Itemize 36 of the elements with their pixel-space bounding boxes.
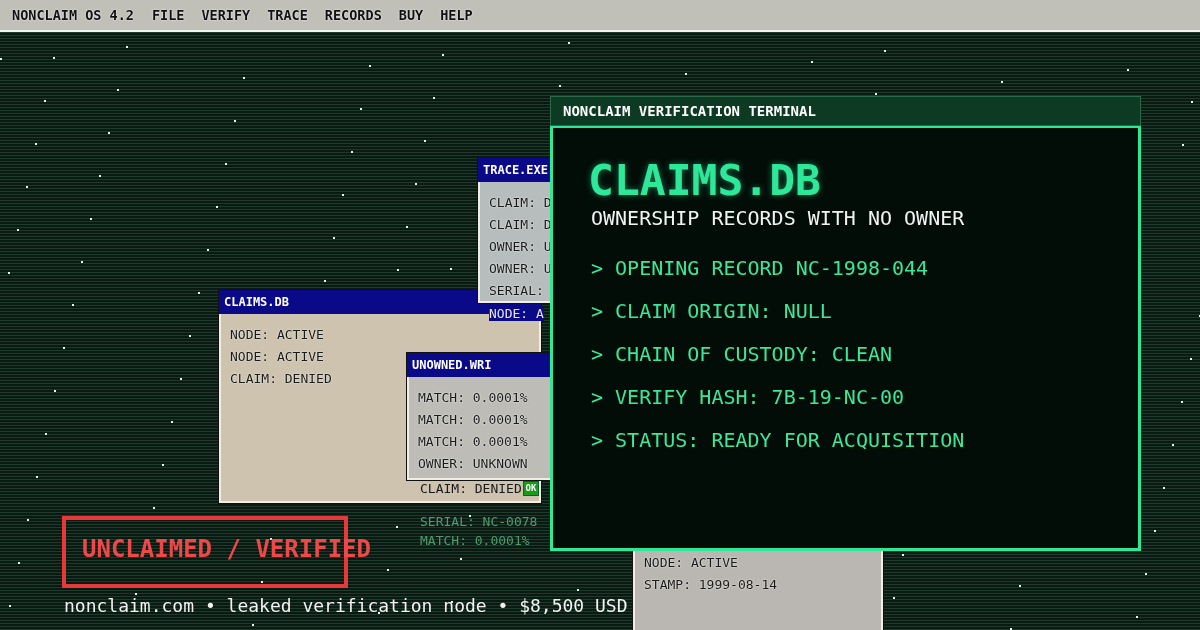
record-line: MATCH: 0.0001% [418, 389, 528, 407]
record-line: CLAIM: DENIED [420, 482, 522, 496]
footer-caption: nonclaim.com • leaked verification node • $8,500 USD [64, 595, 628, 616]
record-line: CLAIM: D [489, 194, 550, 212]
record-line: NODE: ACTIVE [230, 326, 324, 344]
menu-item[interactable]: TRACE [267, 7, 308, 23]
terminal-line: > VERIFY HASH: 7B-19-NC-00 [591, 384, 906, 411]
window-title: NONCLAIM VERIFICATION TERMINAL [550, 96, 1141, 126]
menu-item[interactable]: VERIFY [201, 7, 251, 23]
record-line: STAMP: 1999-08-14 [644, 576, 778, 594]
terminal-heading: CLAIMS.DB [588, 154, 822, 206]
record-line: OWNER: U [489, 260, 550, 278]
terminal-line: > STATUS: READY FOR ACQUISITION [591, 427, 966, 454]
window-title: TRACE.EXE [478, 158, 552, 182]
record-line: MATCH: 0.0001% [418, 433, 528, 451]
window-title: UNOWNED.WRI [407, 353, 552, 377]
menu-item[interactable]: HELP [440, 7, 473, 23]
record-line: MATCH: 0.0001% [418, 411, 528, 429]
terminal-subheading: OWNERSHIP RECORDS WITH NO OWNER [591, 206, 966, 230]
faint-record-line: SERIAL: NC-0078 [420, 513, 538, 531]
record-line: SERIAL: [489, 282, 544, 300]
record-line: OWNER: U [489, 238, 550, 256]
menu-item[interactable]: RECORDS [324, 7, 382, 23]
terminal-line: > CLAIM ORIGIN: NULL [591, 298, 833, 325]
terminal-line: > CHAIN OF CUSTODY: CLEAN [591, 341, 894, 368]
record-line: NODE: ACTIVE [644, 554, 738, 572]
ok-button[interactable]: OK [523, 481, 539, 496]
terminal-line: > OPENING RECORD NC-1998-044 [591, 255, 930, 282]
record-line: CLAIM: DENIED [230, 370, 332, 388]
faint-record-line: MATCH: 0.0001% [420, 532, 531, 550]
record-line: CLAIM: D [489, 216, 550, 234]
record-line: NODE: ACTIVE [230, 348, 324, 366]
os-brand: NONCLAIM OS 4.2 [12, 7, 134, 23]
record-line: OWNER: UNKNOWN [418, 455, 528, 473]
menu-item[interactable]: FILE [151, 7, 185, 23]
menu-item[interactable]: BUY [398, 7, 424, 23]
